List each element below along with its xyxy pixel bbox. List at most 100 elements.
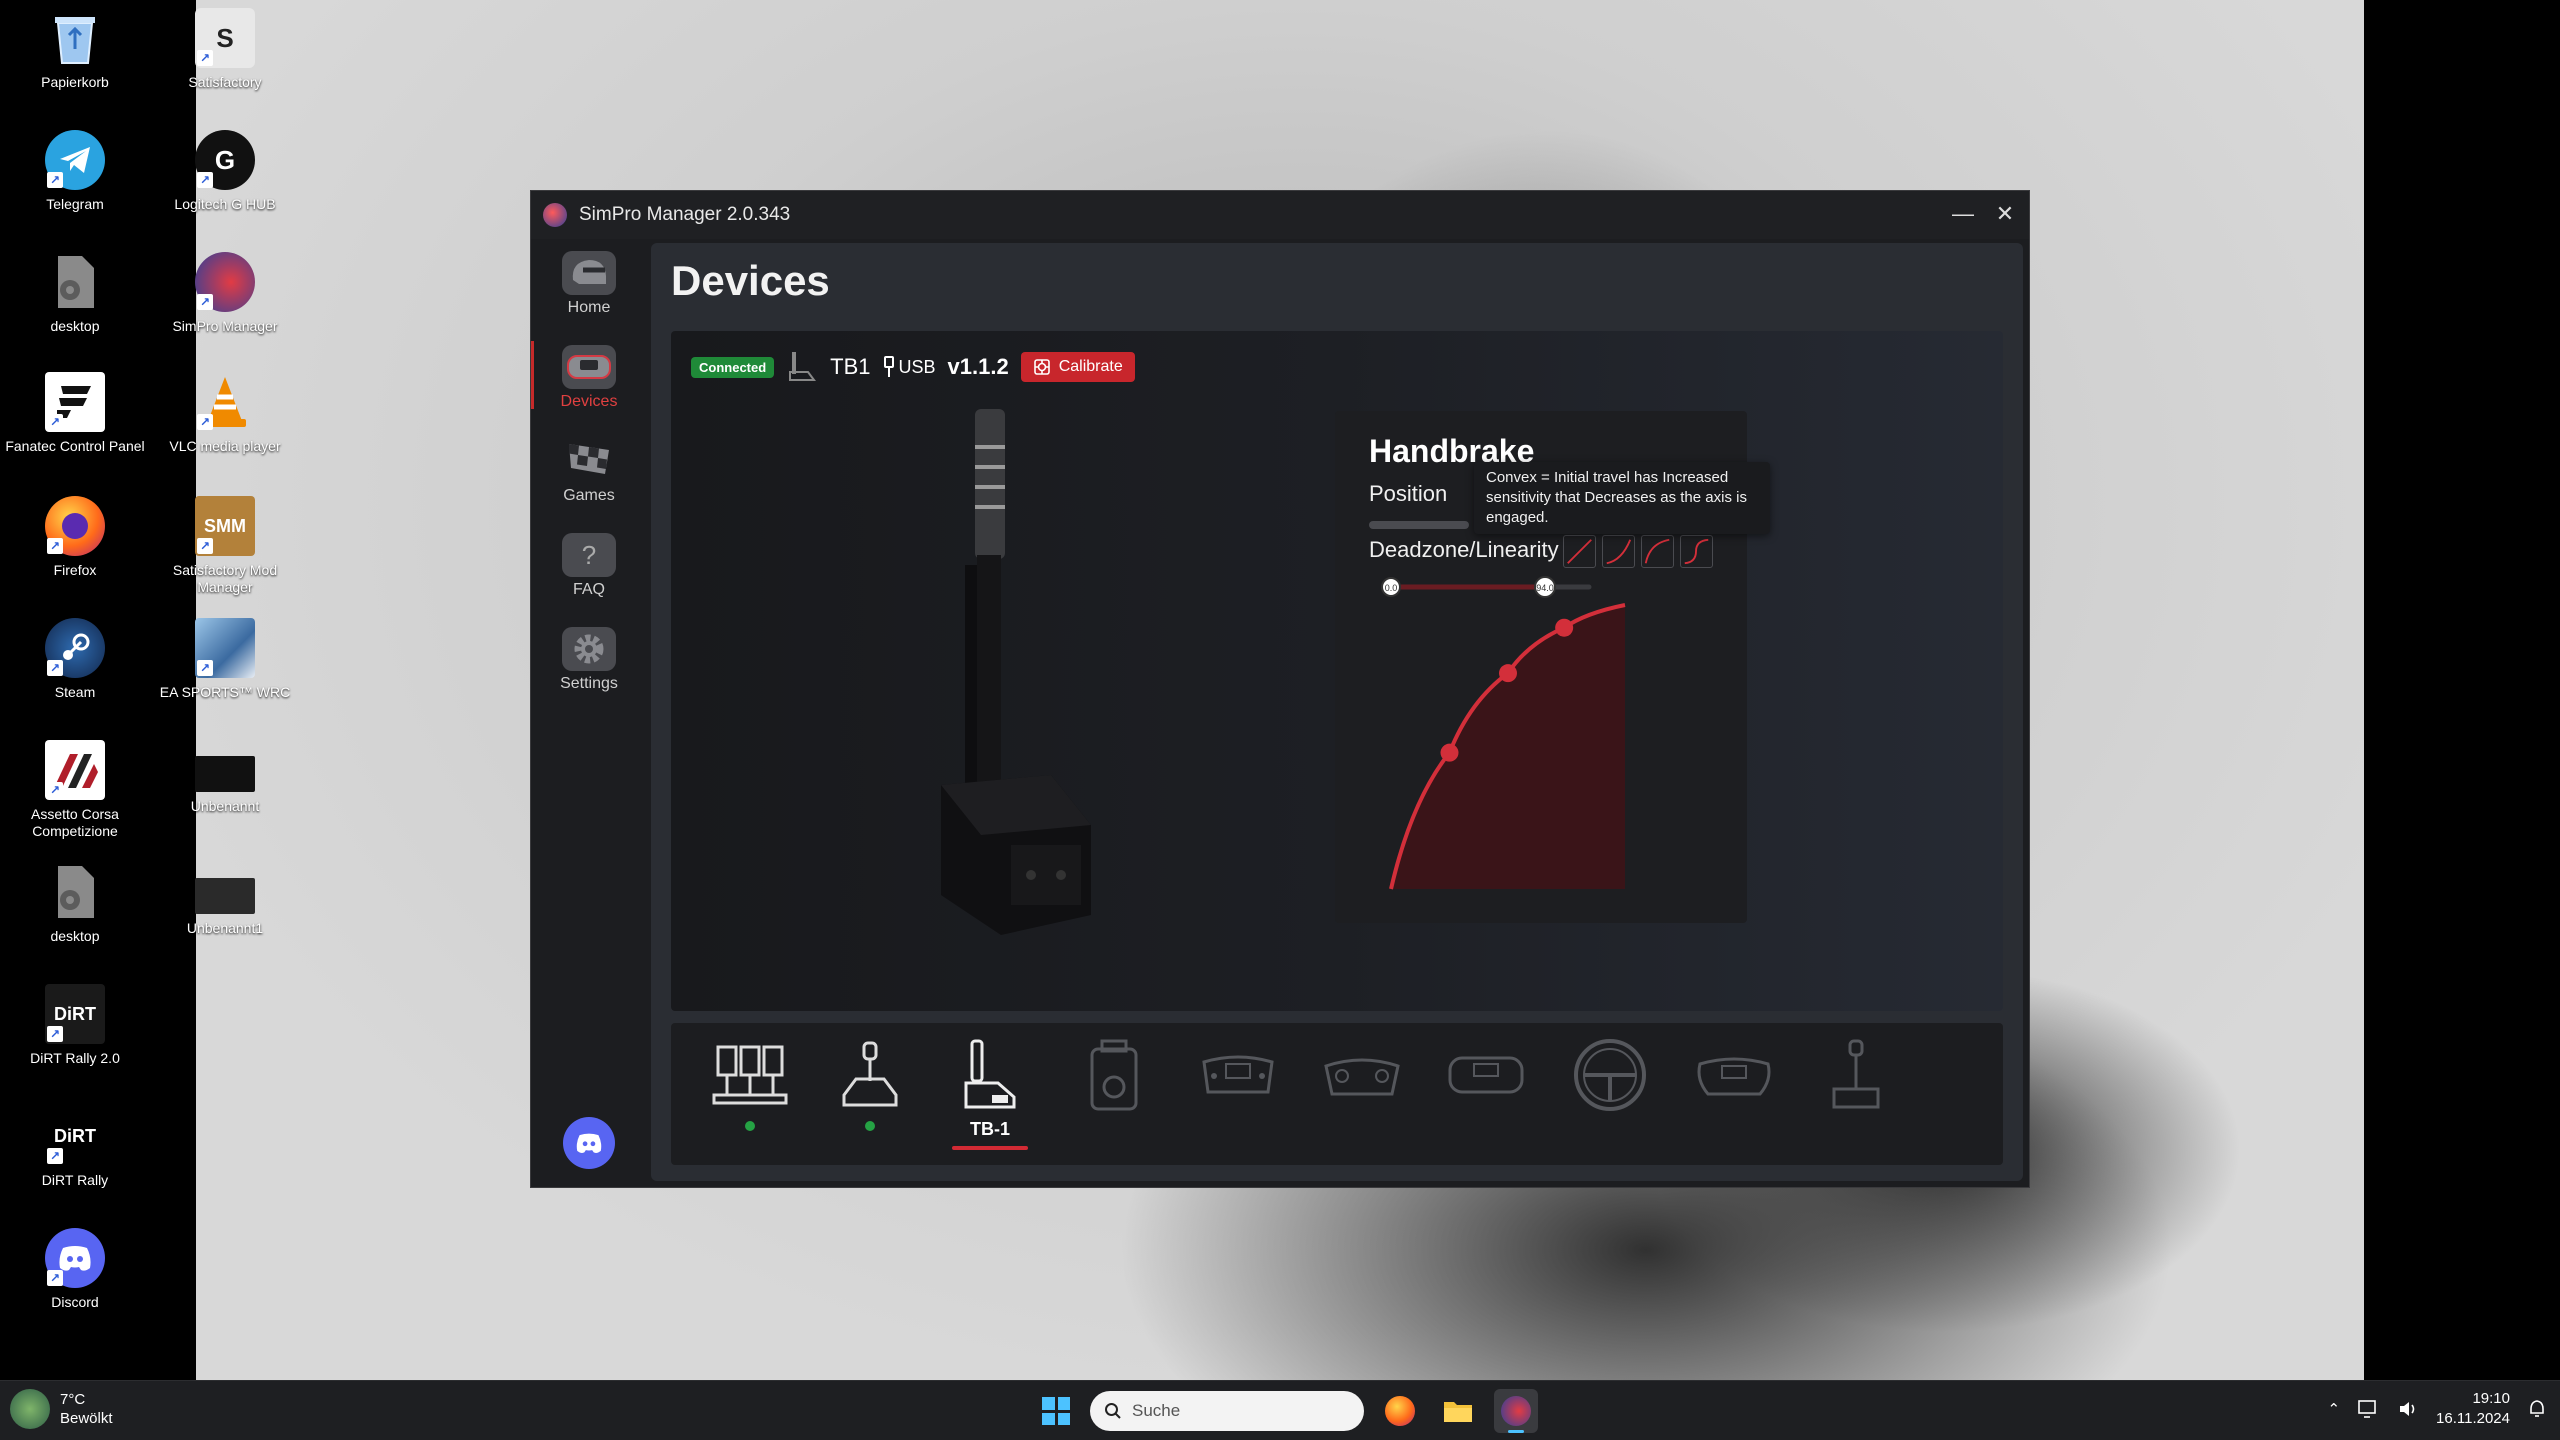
curve-control-point[interactable] xyxy=(1499,664,1517,683)
usb-label: USB xyxy=(898,356,936,377)
wheel-icon xyxy=(562,345,616,389)
desktop-icon-wrc[interactable]: ↗ EA SPORTS™ WRC xyxy=(150,618,300,701)
network-icon[interactable] xyxy=(2358,1400,2380,1418)
nav-settings[interactable]: Settings xyxy=(531,619,647,699)
curve-area xyxy=(1391,605,1625,889)
clock[interactable]: 19:10 16.11.2024 xyxy=(2436,1389,2510,1429)
calibrate-button[interactable]: Calibrate xyxy=(1020,352,1135,382)
taskbar: 7°C Bewölkt Suche ⌃ 19:10 16.11.2024 xyxy=(0,1380,2560,1440)
desktop-icon-label: Unbenannt1 xyxy=(186,920,264,936)
curve-presets xyxy=(1563,535,1713,568)
nav-home[interactable]: Home xyxy=(531,243,647,323)
desktop-icon-telegram[interactable]: ↗ Telegram xyxy=(0,130,150,213)
simpro-logo-icon xyxy=(543,203,567,227)
desktop-icon-satisfactory[interactable]: S ↗ Satisfactory xyxy=(150,8,300,91)
file-gear-icon xyxy=(45,252,105,312)
taskbar-search[interactable]: Suche xyxy=(1090,1391,1364,1431)
window-title: SimPro Manager 2.0.343 xyxy=(579,204,791,225)
device-tile-pedals[interactable] xyxy=(695,1033,805,1153)
desktop-icon-label: DiRT Rally xyxy=(41,1172,109,1188)
notification-bell-icon[interactable] xyxy=(2528,1399,2546,1419)
discord-button[interactable] xyxy=(563,1117,615,1169)
shifter-icon xyxy=(828,1033,912,1117)
desktop-icon-papierkorb[interactable]: Papierkorb xyxy=(0,8,150,91)
nav-label: Games xyxy=(563,487,615,504)
nav-games[interactable]: Games xyxy=(531,431,647,511)
curve-control-point[interactable] xyxy=(1440,743,1459,762)
device-name: TB1 xyxy=(830,354,871,379)
desktop-icon-dirt-rally-2[interactable]: DiRT ↗ DiRT Rally 2.0 xyxy=(0,984,150,1067)
linearity-curve-chart[interactable]: 0.0 94.0 xyxy=(1355,569,1735,909)
device-tile-rally-wheel[interactable] xyxy=(1679,1033,1789,1153)
start-button[interactable] xyxy=(1036,1391,1076,1431)
desktop-icon-smm[interactable]: SMM ↗ Satisfactory Mod Manager xyxy=(150,496,300,596)
handbrake-device-image xyxy=(941,409,1091,935)
nav-devices[interactable]: Devices xyxy=(531,337,647,417)
joystick-icon xyxy=(1814,1033,1898,1117)
volume-icon[interactable] xyxy=(2398,1400,2418,1418)
calibrate-label: Calibrate xyxy=(1058,358,1123,375)
weather-icon xyxy=(10,1389,50,1429)
desktop-icon-label: Fanatec Control Panel xyxy=(5,438,145,454)
desktop-icon-label: Telegram xyxy=(46,196,104,212)
device-tile-tb1[interactable]: TB-1 xyxy=(935,1033,1045,1153)
logitech-icon: G ↗ xyxy=(195,130,255,190)
curve-concave-button[interactable] xyxy=(1602,535,1635,568)
desktop-icon-vlc[interactable]: ↗ VLC media player xyxy=(150,372,300,455)
connected-dot xyxy=(865,1121,875,1131)
desktop-icon-steam[interactable]: ↗ Steam xyxy=(0,618,150,701)
curve-s-button[interactable] xyxy=(1680,535,1713,568)
telegram-icon: ↗ xyxy=(45,130,105,190)
desktop-icon-desktop[interactable]: desktop xyxy=(0,252,150,335)
weather-temp: 7°C xyxy=(60,1391,86,1408)
taskbar-simpro[interactable] xyxy=(1494,1389,1538,1433)
gamepad-wheel-icon xyxy=(1320,1033,1404,1117)
desktop-icon-dirt-rally[interactable]: DiRT ↗ DiRT Rally xyxy=(0,1106,150,1189)
device-tile-formula-wheel[interactable] xyxy=(1183,1033,1293,1153)
discord-icon: ↗ xyxy=(45,1228,105,1288)
curve-control-point[interactable] xyxy=(1555,618,1574,637)
desktop-icon-unbenannt[interactable]: Unbenannt xyxy=(150,756,300,815)
sidebar: Home Devices Games ? FAQ Settings xyxy=(531,239,647,1187)
desktop-icon-label: EA SPORTS™ WRC xyxy=(159,684,291,700)
desktop-icon-label: Steam xyxy=(54,684,96,700)
device-tile-gamepad-wheel[interactable] xyxy=(1307,1033,1417,1153)
desktop-icon-label: Discord xyxy=(51,1294,99,1310)
desktop-icon-desktop-2[interactable]: desktop xyxy=(0,862,150,945)
device-tile-button-box[interactable] xyxy=(1059,1033,1169,1153)
desktop-icon-acc[interactable]: ↗ Assetto Corsa Competizione xyxy=(0,740,150,840)
gt-wheel-icon xyxy=(1444,1033,1528,1117)
minimize-button[interactable]: — xyxy=(1945,199,1981,229)
desktop-icon-logitech[interactable]: G ↗ Logitech G HUB xyxy=(150,130,300,213)
nav-label: Home xyxy=(567,299,611,316)
tray-chevron-up-icon[interactable]: ⌃ xyxy=(2327,1400,2340,1418)
desktop-icon-fanatec[interactable]: ↗ Fanatec Control Panel xyxy=(0,372,150,455)
firefox-icon xyxy=(1385,1396,1415,1426)
device-tile-joystick[interactable] xyxy=(1801,1033,1911,1153)
clock-date: 16.11.2024 xyxy=(2436,1410,2510,1427)
curve-convex-button[interactable] xyxy=(1641,535,1674,568)
folder-icon xyxy=(1444,1402,1472,1422)
desktop-icon-simpro[interactable]: ↗ SimPro Manager xyxy=(150,252,300,335)
taskbar-firefox[interactable] xyxy=(1378,1389,1422,1433)
recycle-bin-icon xyxy=(45,8,105,68)
desktop-icon-label: Firefox xyxy=(53,562,97,578)
handbrake-icon xyxy=(948,1033,1032,1117)
device-tile-round-wheel[interactable] xyxy=(1555,1033,1665,1153)
device-tile-gt-wheel[interactable] xyxy=(1431,1033,1541,1153)
close-button[interactable]: ✕ xyxy=(1987,199,2023,229)
device-tile-shifter[interactable] xyxy=(815,1033,925,1153)
deadzone-max-value: 94.0 xyxy=(1536,583,1554,593)
nav-faq[interactable]: ? FAQ xyxy=(531,525,647,605)
desktop-icon-label: Logitech G HUB xyxy=(174,196,276,212)
desktop-icon-unbenannt1[interactable]: Unbenannt1 xyxy=(150,878,300,937)
desktop-icon-discord[interactable]: ↗ Discord xyxy=(0,1228,150,1311)
desktop-icon-label: desktop xyxy=(50,318,100,334)
desktop-icon-label: desktop xyxy=(50,928,100,944)
curve-linear-button[interactable] xyxy=(1563,535,1596,568)
taskbar-explorer[interactable] xyxy=(1436,1389,1480,1433)
desktop-icon-label: Unbenannt xyxy=(190,798,260,814)
weather-widget[interactable]: 7°C Bewölkt xyxy=(10,1389,113,1429)
desktop-icon-firefox[interactable]: ↗ Firefox xyxy=(0,496,150,579)
weather-desc: Bewölkt xyxy=(60,1410,113,1427)
